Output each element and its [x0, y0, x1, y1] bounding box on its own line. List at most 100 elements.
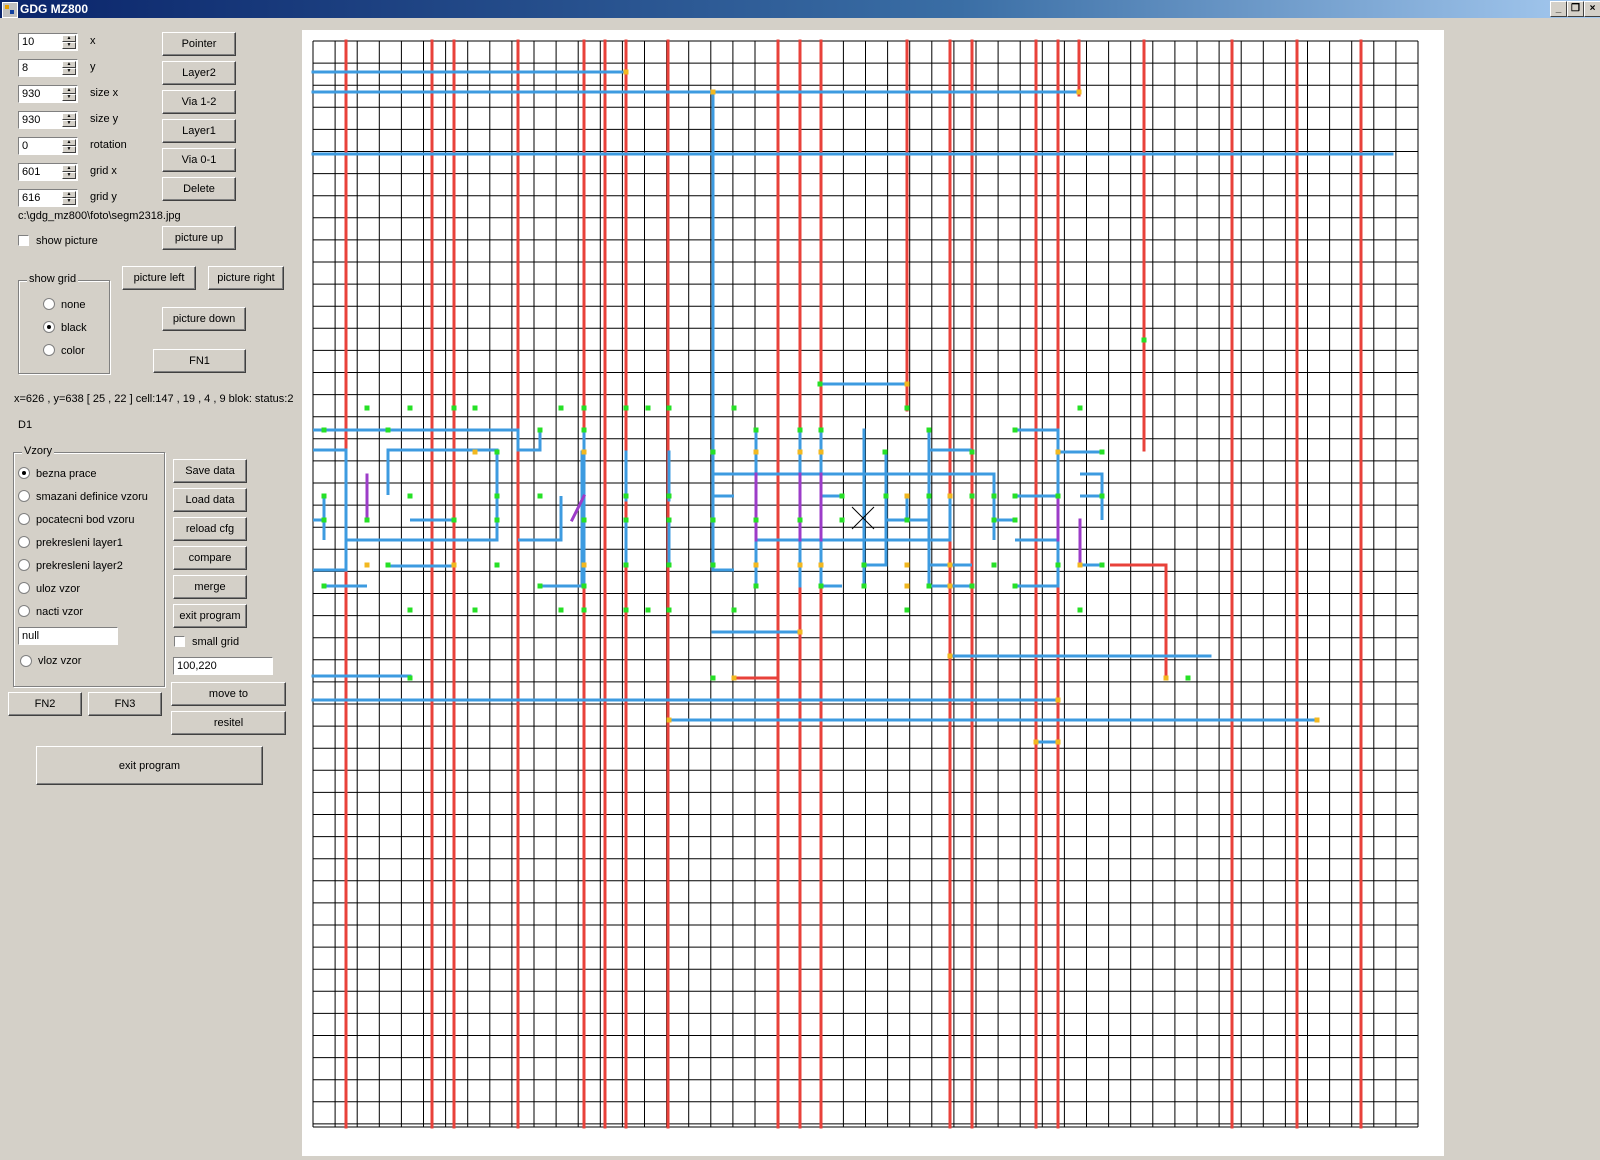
coords-input[interactable]	[173, 657, 273, 675]
title-bar[interactable]: GDG MZ800 _ ❐ ×	[0, 0, 1600, 18]
rotation-field[interactable]	[20, 139, 64, 153]
pad-marker	[364, 562, 370, 568]
spin-down-icon[interactable]: ▼	[62, 68, 76, 75]
x-spinbox[interactable]: ▲▼	[18, 33, 78, 51]
merge-button[interactable]: merge	[173, 575, 247, 599]
spin-up-icon[interactable]: ▲	[62, 35, 76, 42]
spin-down-icon[interactable]: ▼	[62, 42, 76, 49]
resitel-button[interactable]: resitel	[171, 711, 286, 735]
radio-grid-none[interactable]	[43, 298, 55, 310]
via-marker	[321, 493, 327, 499]
via-1-2-button[interactable]: Via 1-2	[162, 90, 236, 114]
radio-grid-color[interactable]	[43, 344, 55, 356]
layer2-trace	[711, 92, 734, 572]
pad-marker	[666, 717, 672, 723]
size-x-spinbox[interactable]: ▲▼	[18, 85, 78, 103]
y-spinbox[interactable]: ▲▼	[18, 59, 78, 77]
radio-prekresleni-layer1[interactable]	[18, 536, 30, 548]
via-marker	[407, 675, 413, 681]
via-marker	[1012, 517, 1018, 523]
via-marker	[1099, 493, 1105, 499]
pad-marker	[904, 562, 910, 568]
size-y-field[interactable]	[20, 113, 64, 127]
pad-marker	[818, 562, 824, 568]
fn1-button[interactable]: FN1	[153, 349, 246, 373]
small-grid-checkbox[interactable]	[174, 636, 185, 647]
pad-marker	[1076, 89, 1082, 95]
spin-down-icon[interactable]: ▼	[62, 198, 76, 205]
radio-bezna-prace[interactable]	[18, 467, 30, 479]
close-icon[interactable]: ×	[1584, 1, 1600, 17]
fn2-button[interactable]: FN2	[8, 692, 82, 716]
spin-down-icon[interactable]: ▼	[62, 172, 76, 179]
pcb-drawing[interactable]	[302, 30, 1444, 1156]
size-y-spinbox[interactable]: ▲▼	[18, 111, 78, 129]
via-marker	[818, 427, 824, 433]
grid-y-field[interactable]	[20, 191, 64, 205]
picture-down-button[interactable]: picture down	[162, 307, 246, 331]
radio-uloz-vzor[interactable]	[18, 582, 30, 594]
picture-right-button[interactable]: picture right	[208, 266, 284, 290]
picture-left-button[interactable]: picture left	[122, 266, 196, 290]
radio-nacti-vzor[interactable]	[18, 605, 30, 617]
fn3-button[interactable]: FN3	[88, 692, 162, 716]
rotation-spinbox[interactable]: ▲▼	[18, 137, 78, 155]
picture-up-button[interactable]: picture up	[162, 226, 236, 250]
via-marker	[1099, 562, 1105, 568]
layer2-button[interactable]: Layer2	[162, 61, 236, 85]
radio-grid-black[interactable]	[43, 321, 55, 333]
via-marker	[623, 517, 629, 523]
pad-marker	[1077, 562, 1083, 568]
exit-program-big-button[interactable]: exit program	[36, 746, 263, 785]
layer1-button[interactable]: Layer1	[162, 119, 236, 143]
move-to-button[interactable]: move to	[171, 682, 286, 706]
via-0-1-button[interactable]: Via 0-1	[162, 148, 236, 172]
grid-option-label: black	[61, 322, 87, 334]
minimize-icon[interactable]: _	[1550, 1, 1567, 17]
grid-x-field[interactable]	[20, 165, 64, 179]
radio-vloz-vzor[interactable]	[20, 655, 32, 667]
x-field[interactable]	[20, 35, 64, 49]
save-data-button[interactable]: Save data	[173, 459, 247, 483]
grid-y-spinbox[interactable]: ▲▼	[18, 189, 78, 207]
spin-down-icon[interactable]: ▼	[62, 94, 76, 101]
pointer-button[interactable]: Pointer	[162, 32, 236, 56]
grid-x-spinbox[interactable]: ▲▼	[18, 163, 78, 181]
radio-pocatecni-bod-vzoru[interactable]	[18, 513, 30, 525]
spin-up-icon[interactable]: ▲	[62, 191, 76, 198]
via-marker	[407, 493, 413, 499]
show-picture-checkbox[interactable]	[18, 235, 29, 246]
spin-up-icon[interactable]: ▲	[62, 87, 76, 94]
spin-up-icon[interactable]: ▲	[62, 165, 76, 172]
spin-down-icon[interactable]: ▼	[62, 120, 76, 127]
spin-down-icon[interactable]: ▼	[62, 146, 76, 153]
radio-smazani-definice-vzoru[interactable]	[18, 490, 30, 502]
delete-button[interactable]: Delete	[162, 177, 236, 201]
vzory-option-label: pocatecni bod vzoru	[36, 514, 135, 526]
size-x-field[interactable]	[20, 87, 64, 101]
via-marker	[710, 449, 716, 455]
layer2-trace	[992, 496, 1015, 522]
compare-button[interactable]: compare	[173, 546, 247, 570]
via-marker	[581, 427, 587, 433]
radio-prekresleni-layer2[interactable]	[18, 559, 30, 571]
exit-program-button[interactable]: exit program	[173, 604, 247, 628]
show-grid-caption: show grid	[27, 273, 79, 285]
via-marker	[494, 562, 500, 568]
spin-up-icon[interactable]: ▲	[62, 61, 76, 68]
load-data-button[interactable]: Load data	[173, 488, 247, 512]
via-marker	[1055, 493, 1061, 499]
pad-marker	[797, 629, 803, 635]
via-marker	[537, 493, 543, 499]
pad-marker	[581, 562, 587, 568]
spin-up-icon[interactable]: ▲	[62, 139, 76, 146]
pcb-canvas[interactable]	[302, 30, 1444, 1156]
y-field[interactable]	[20, 61, 64, 75]
spin-up-icon[interactable]: ▲	[62, 113, 76, 120]
x-label: x	[90, 35, 96, 47]
via-marker	[1012, 493, 1018, 499]
y-label: y	[90, 61, 96, 73]
pattern-name-input[interactable]	[18, 627, 118, 645]
restore-icon[interactable]: ❐	[1567, 1, 1584, 17]
reload-cfg-button[interactable]: reload cfg	[173, 517, 247, 541]
